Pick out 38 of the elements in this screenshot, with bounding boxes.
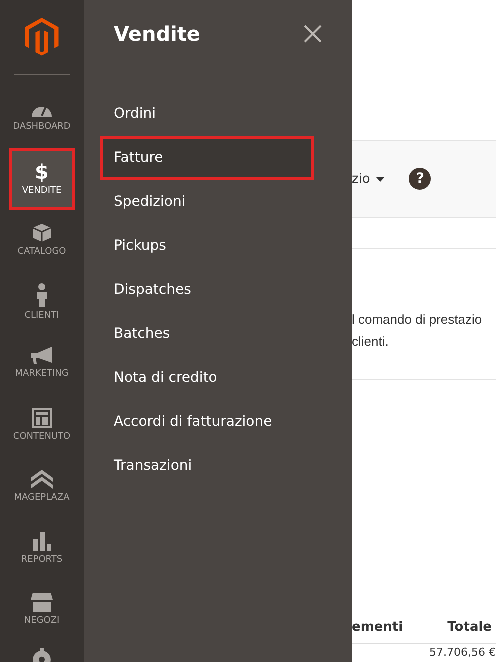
message-text: l comando di prestazio [352, 311, 484, 329]
settings-icon[interactable] [30, 648, 54, 662]
store-icon [30, 592, 54, 612]
sidebar-item[interactable]: NEGOZI [0, 578, 84, 640]
menu-item[interactable]: Accordi di fatturazione [100, 400, 336, 444]
logo-icon [25, 18, 59, 56]
megaphone-icon [30, 347, 54, 366]
menu-item[interactable]: Fatture [100, 136, 314, 180]
sidebar-item[interactable]: REPORTS [0, 517, 84, 579]
column-header: ementi [352, 620, 404, 635]
close-icon[interactable] [304, 25, 322, 43]
sidebar-item[interactable]: CLIENTI [0, 271, 84, 333]
menu-item[interactable]: Transazioni [100, 444, 336, 488]
sidebar-item[interactable]: MAGEPLAZA [0, 456, 84, 518]
caret-icon [376, 176, 386, 182]
layout-icon [32, 408, 52, 428]
chevron-up-icon [30, 469, 54, 490]
menu-item[interactable]: Batches [100, 312, 336, 356]
column-header: Totale [448, 620, 492, 635]
sidebar-item[interactable]: MARKETING [0, 332, 84, 394]
table-cell-text: 57.706,56 € [430, 646, 496, 661]
menu-item[interactable]: Dispatches [100, 268, 336, 312]
bar-chart-icon [32, 530, 52, 551]
menu-title: Vendite [114, 22, 200, 46]
box-icon [32, 223, 52, 244]
sidebar-item[interactable]: DASHBOARD [0, 86, 84, 148]
sidebar-item[interactable]: $ VENDITE [9, 148, 75, 210]
menu-item[interactable]: Spedizioni [100, 180, 336, 224]
sidebar-item[interactable]: CONTENUTO [0, 394, 84, 456]
menu-item[interactable]: Nota di credito [100, 356, 336, 400]
sidebar-item[interactable]: CATALOGO [0, 210, 84, 272]
dollar-icon: $ [35, 162, 49, 182]
dropdown[interactable]: zio [352, 172, 386, 186]
person-icon [36, 282, 48, 307]
help-icon[interactable]: ? [409, 168, 432, 190]
menu-item[interactable]: Ordini [100, 92, 336, 136]
message-text: clienti. [352, 333, 390, 351]
menu-item[interactable]: Pickups [100, 224, 336, 268]
